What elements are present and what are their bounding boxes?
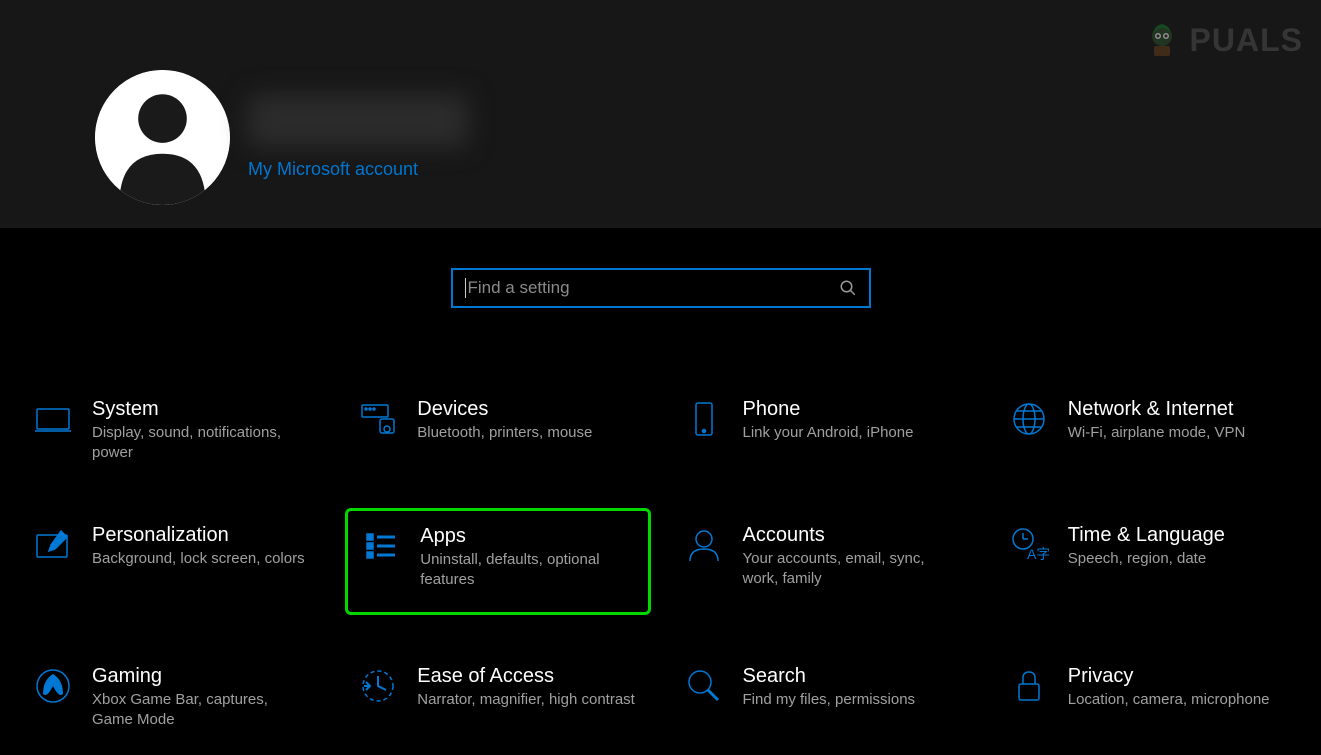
tile-title: Search	[743, 665, 916, 688]
tile-desc: Your accounts, email, sync, work, family	[743, 549, 963, 590]
gaming-icon	[32, 665, 74, 707]
tile-desc: Wi-Fi, airplane mode, VPN	[1068, 423, 1246, 443]
watermark-logo-icon	[1140, 18, 1184, 62]
tile-desc: Uninstall, defaults, optional features	[420, 550, 635, 591]
accounts-icon	[683, 524, 725, 566]
phone-icon	[683, 398, 725, 440]
apps-icon	[360, 525, 402, 567]
tile-accounts[interactable]: Accounts Your accounts, email, sync, wor…	[671, 514, 976, 616]
tile-time-language[interactable]: A字 Time & Language Speech, region, date	[996, 514, 1301, 616]
account-text-block: My Microsoft account	[248, 95, 468, 180]
personalization-icon	[32, 524, 74, 566]
tile-desc: Location, camera, microphone	[1068, 690, 1270, 710]
search-input[interactable]	[468, 278, 839, 298]
tile-title: Gaming	[92, 665, 312, 688]
time-language-icon: A字	[1008, 524, 1050, 566]
tile-title: Personalization	[92, 524, 305, 547]
tile-desc: Xbox Game Bar, captures, Game Mode	[92, 690, 312, 731]
search-box[interactable]	[451, 268, 871, 308]
ease-of-access-icon	[357, 665, 399, 707]
avatar-placeholder-icon	[95, 70, 230, 205]
tile-gaming[interactable]: Gaming Xbox Game Bar, captures, Game Mod…	[20, 655, 325, 741]
globe-icon	[1008, 398, 1050, 440]
tile-title: Phone	[743, 398, 914, 421]
tile-phone[interactable]: Phone Link your Android, iPhone	[671, 388, 976, 474]
tile-privacy[interactable]: Privacy Location, camera, microphone	[996, 655, 1301, 741]
tile-personalization[interactable]: Personalization Background, lock screen,…	[20, 514, 325, 616]
tile-title: Devices	[417, 398, 592, 421]
watermark-text: PUALS	[1190, 22, 1303, 59]
tile-title: Time & Language	[1068, 524, 1225, 547]
watermark: PUALS	[1140, 18, 1303, 62]
tile-desc: Display, sound, notifications, power	[92, 423, 312, 464]
settings-header: PUALS My Microsoft account	[0, 0, 1321, 228]
system-icon	[32, 398, 74, 440]
tile-ease-of-access[interactable]: Ease of Access Narrator, magnifier, high…	[345, 655, 650, 741]
avatar[interactable]	[95, 70, 230, 205]
settings-tiles-grid: System Display, sound, notifications, po…	[0, 308, 1321, 741]
account-name-redacted	[248, 95, 468, 147]
devices-icon	[357, 398, 399, 440]
text-cursor	[465, 278, 466, 298]
search-icon	[839, 279, 857, 297]
search-tile-icon	[683, 665, 725, 707]
tile-desc: Background, lock screen, colors	[92, 549, 305, 569]
tile-title: Ease of Access	[417, 665, 635, 688]
tile-title: Accounts	[743, 524, 963, 547]
tile-devices[interactable]: Devices Bluetooth, printers, mouse	[345, 388, 650, 474]
tile-title: Network & Internet	[1068, 398, 1246, 421]
search-container	[0, 268, 1321, 308]
account-section: My Microsoft account	[95, 70, 1321, 205]
tile-system[interactable]: System Display, sound, notifications, po…	[20, 388, 325, 474]
tile-title: System	[92, 398, 312, 421]
tile-title: Privacy	[1068, 665, 1270, 688]
svg-text:A字: A字	[1027, 546, 1049, 562]
tile-desc: Narrator, magnifier, high contrast	[417, 690, 635, 710]
tile-network[interactable]: Network & Internet Wi-Fi, airplane mode,…	[996, 388, 1301, 474]
tile-desc: Speech, region, date	[1068, 549, 1225, 569]
microsoft-account-link[interactable]: My Microsoft account	[248, 159, 468, 180]
tile-search[interactable]: Search Find my files, permissions	[671, 655, 976, 741]
tile-desc: Find my files, permissions	[743, 690, 916, 710]
tile-title: Apps	[420, 525, 635, 548]
privacy-lock-icon	[1008, 665, 1050, 707]
tile-desc: Link your Android, iPhone	[743, 423, 914, 443]
tile-apps[interactable]: Apps Uninstall, defaults, optional featu…	[345, 508, 650, 616]
tile-desc: Bluetooth, printers, mouse	[417, 423, 592, 443]
